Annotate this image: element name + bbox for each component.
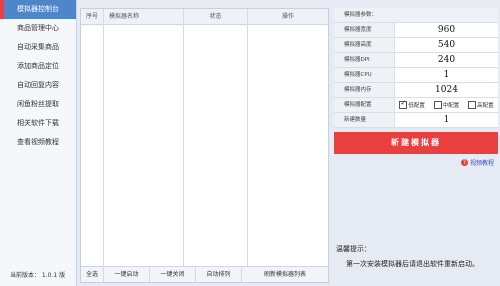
header-name: 模拟器名称: [104, 9, 184, 24]
header-status: 状态: [184, 9, 248, 24]
sidebar-item-auto-reply[interactable]: 自动回复内容: [0, 76, 76, 95]
sidebar-item-fans-extract[interactable]: 闲鱼粉丝提取: [0, 95, 76, 114]
tip-title: 温馨提示：: [336, 245, 371, 253]
config-label: 模拟器配置: [334, 98, 395, 112]
config-option-low-label: 低配置: [408, 103, 425, 109]
setting-row-dpi: 模拟器DPI 240: [334, 53, 498, 68]
setting-row-config: 模拟器配置 低配置 中配置 高配置: [334, 98, 498, 113]
settings-header-fill: [394, 8, 498, 22]
count-input[interactable]: 1: [395, 113, 498, 127]
tip-text: 第一次安装模拟器后请退出软件重新启动。: [346, 260, 479, 268]
sidebar-item-auto-collect[interactable]: 自动采集商品: [0, 38, 76, 57]
width-label: 模拟器宽度: [334, 23, 395, 37]
dpi-input[interactable]: 240: [395, 53, 498, 67]
config-option-medium-label: 中配置: [442, 103, 460, 109]
setting-row-height: 模拟器高度 540: [334, 38, 498, 53]
table-body: [81, 25, 328, 266]
config-option-low[interactable]: 低配置: [399, 99, 425, 109]
help-icon: ?: [460, 159, 468, 166]
column-divider: [104, 25, 184, 266]
checkbox-icon[interactable]: [433, 101, 442, 109]
create-emulator-button[interactable]: 新建模拟器: [334, 132, 498, 154]
emulator-settings-panel: 模拟器参数： 模拟器宽度 960 模拟器高度 540 模拟器DPI 240 模拟…: [334, 8, 498, 128]
version-label: 当前版本： 1.0.1 版: [10, 272, 66, 279]
column-divider: [248, 25, 328, 266]
refresh-list-button[interactable]: 刷新模拟器列表: [242, 267, 328, 282]
table-footer: 全选 一键启动 一键关闭 自动排列 刷新模拟器列表: [81, 266, 328, 282]
settings-header: 模拟器参数：: [334, 8, 498, 23]
column-divider: [184, 25, 248, 266]
count-label: 新建数量: [334, 113, 395, 127]
memory-input[interactable]: 1024: [395, 83, 498, 97]
sidebar-item-product-management[interactable]: 商品管理中心: [0, 19, 76, 38]
config-option-high-label: 高配置: [477, 103, 494, 109]
settings-title: 模拟器参数：: [334, 8, 394, 22]
dpi-label: 模拟器DPI: [334, 53, 395, 67]
config-option-high[interactable]: 高配置: [468, 101, 494, 109]
sidebar-item-add-location[interactable]: 添加商品定位: [0, 57, 76, 76]
sidebar-item-downloads[interactable]: 相关软件下载: [0, 114, 76, 133]
column-divider: [81, 25, 104, 266]
auto-arrange-button[interactable]: 自动排列: [196, 267, 242, 282]
checkbox-icon[interactable]: [468, 101, 477, 109]
height-input[interactable]: 540: [395, 38, 498, 52]
checkbox-checked-icon[interactable]: [399, 99, 408, 109]
select-all-button[interactable]: 全选: [81, 267, 104, 282]
sidebar-item-console[interactable]: 模拟器控制台: [0, 0, 76, 19]
cpu-label: 模拟器CPU: [334, 68, 395, 82]
sidebar: 模拟器控制台 商品管理中心 自动采集商品 添加商品定位 自动回复内容 闲鱼粉丝提…: [0, 0, 77, 286]
setting-row-cpu: 模拟器CPU 1: [334, 68, 498, 83]
emulator-table: 序号 模拟器名称 状态 操作 全选 一键启动 一键关闭 自动排列 刷新模拟器列表: [80, 8, 329, 283]
start-all-button[interactable]: 一键启动: [104, 267, 150, 282]
sidebar-item-video-tutorial[interactable]: 查看视频教程: [0, 133, 76, 152]
config-options: 低配置 中配置 高配置: [395, 98, 498, 112]
video-tutorial-link[interactable]: ? 视频教程: [460, 158, 494, 167]
memory-label: 模拟器内存: [334, 83, 395, 97]
setting-row-count: 新建数量 1: [334, 113, 498, 128]
config-option-medium[interactable]: 中配置: [433, 101, 460, 109]
video-tutorial-label: 视频教程: [469, 160, 494, 167]
setting-row-width: 模拟器宽度 960: [334, 23, 498, 38]
header-index: 序号: [81, 9, 104, 24]
stop-all-button[interactable]: 一键关闭: [150, 267, 196, 282]
height-label: 模拟器高度: [334, 38, 395, 52]
table-header: 序号 模拟器名称 状态 操作: [81, 9, 328, 25]
header-actions: 操作: [281, 13, 294, 20]
cpu-input[interactable]: 1: [395, 68, 498, 82]
setting-row-memory: 模拟器内存 1024: [334, 83, 498, 98]
width-input[interactable]: 960: [395, 23, 498, 37]
